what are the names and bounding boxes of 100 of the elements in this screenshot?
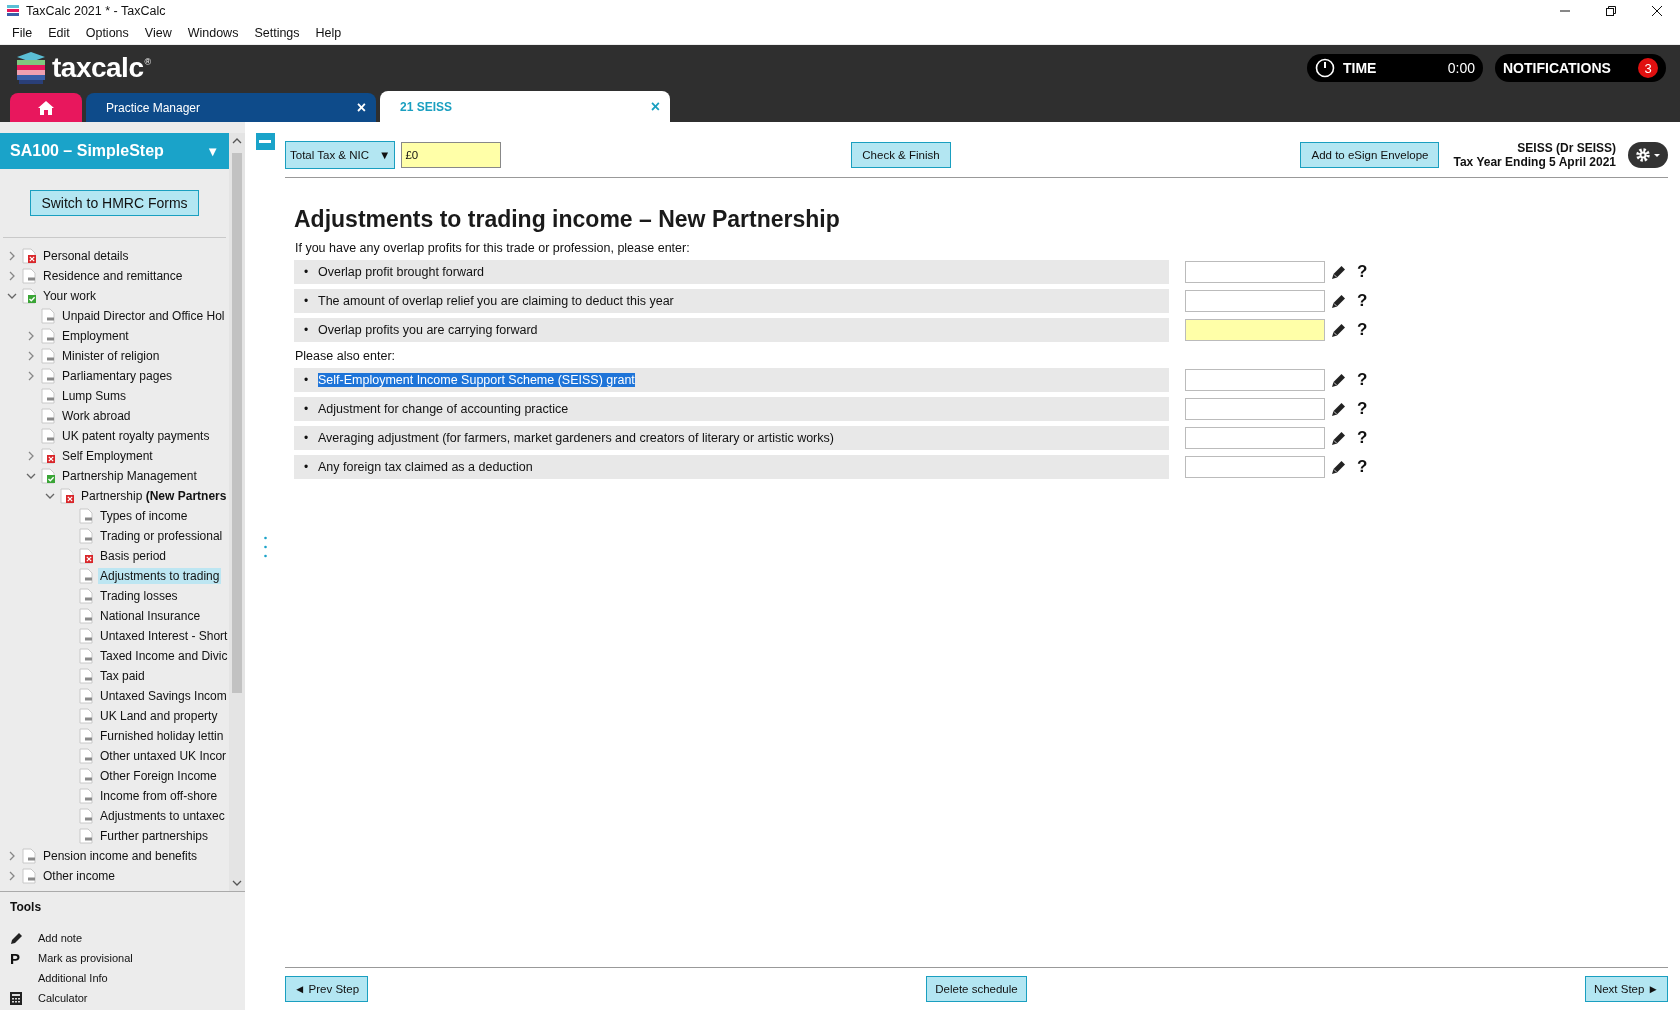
amount-field[interactable] [1185, 456, 1325, 478]
next-step-button[interactable]: Next Step ► [1584, 976, 1668, 1002]
switch-forms-button[interactable]: Switch to HMRC Forms [30, 190, 199, 216]
tree-item[interactable]: Partnership (New Partners [79, 488, 229, 504]
tree-item[interactable]: Tax paid [98, 668, 147, 684]
amount-field[interactable] [1185, 261, 1325, 283]
pencil-icon[interactable] [1331, 264, 1347, 280]
tree-item[interactable]: Your work [41, 288, 98, 304]
splitter-grip-icon[interactable] [263, 536, 267, 558]
pencil-icon[interactable] [1331, 293, 1347, 309]
tree-item[interactable]: Pension income and benefits [41, 848, 200, 864]
tree-item[interactable]: Minister of religion [60, 348, 162, 364]
field-label: • Overlap profit brought forward [294, 260, 1169, 284]
tree-item[interactable]: Basis period [98, 548, 169, 564]
page-icon [79, 788, 93, 804]
tree-item[interactable]: Taxed Income and Divic [98, 648, 229, 664]
amount-field[interactable] [1185, 319, 1325, 341]
check-finish-button[interactable]: Check & Finish [851, 142, 951, 168]
amount-field[interactable] [1185, 290, 1325, 312]
document-tab[interactable]: Practice Manager × [86, 93, 376, 122]
tree-item[interactable]: Untaxed Savings Incom [98, 688, 229, 704]
pencil-icon[interactable] [1331, 430, 1347, 446]
help-link[interactable]: ? [1357, 320, 1368, 340]
menu-item[interactable]: Edit [40, 26, 78, 40]
summary-dropdown[interactable]: Total Tax & NIC ▼ [285, 141, 396, 169]
tool-link[interactable]: Mark as provisional [38, 952, 133, 964]
tool-link[interactable]: Add note [38, 932, 83, 944]
tree-item[interactable]: Types of income [98, 508, 190, 524]
scroll-up-icon[interactable] [232, 136, 242, 146]
amount-field[interactable] [1185, 369, 1325, 391]
tree-item[interactable]: Furnished holiday lettin [98, 728, 226, 744]
tree-item[interactable]: UK patent royalty payments [60, 428, 212, 444]
close-tab-button[interactable]: × [356, 98, 366, 117]
tree-item[interactable]: Trading losses [98, 588, 180, 604]
collapse-button[interactable] [255, 133, 275, 150]
prev-step-button[interactable]: ◄ Prev Step [285, 976, 369, 1002]
help-link[interactable]: ? [1357, 262, 1368, 282]
tree-item[interactable]: Adjustments to trading [98, 568, 222, 584]
tick-page-icon [41, 468, 55, 484]
settings-button[interactable] [1628, 142, 1668, 168]
menu-item[interactable]: Options [77, 26, 137, 40]
tree-item[interactable]: Work abroad [60, 408, 133, 424]
error-page-icon [79, 548, 93, 564]
tree-item[interactable]: UK Land and property [98, 708, 220, 724]
help-link[interactable]: ? [1357, 291, 1368, 311]
amount-field[interactable] [1185, 398, 1325, 420]
page-icon [79, 828, 93, 844]
tool-link[interactable]: Additional Info [38, 972, 108, 984]
tree-item[interactable]: Unpaid Director and Office Hol [60, 308, 227, 324]
tree-item[interactable]: Income from off-shore [98, 788, 220, 804]
stacked-layers-logo-icon [16, 51, 46, 85]
menu-item[interactable]: Help [307, 26, 350, 40]
delete-schedule-button[interactable]: Delete schedule [926, 976, 1027, 1002]
pencil-icon[interactable] [1331, 322, 1347, 338]
tree-item[interactable]: Adjustments to untaxec [98, 808, 227, 824]
time-value: 0:00 [1447, 60, 1475, 76]
error-page-icon [22, 248, 36, 264]
page-icon [79, 748, 93, 764]
tree-item[interactable]: Parliamentary pages [60, 368, 175, 384]
esign-button[interactable]: Add to eSign Envelope [1300, 142, 1440, 168]
pencil-icon[interactable] [1331, 401, 1347, 417]
pencil-icon[interactable] [1331, 459, 1347, 475]
gear-icon [1634, 146, 1662, 164]
tree-item[interactable]: Other income [41, 868, 118, 884]
tree-item[interactable]: Self Employment [60, 448, 155, 464]
page-icon [41, 348, 55, 364]
page-icon [41, 388, 55, 404]
menu-item[interactable]: View [136, 26, 180, 40]
home-tab[interactable] [10, 93, 82, 122]
tree-item[interactable]: Other Foreign Income [98, 768, 219, 784]
menu-item[interactable]: Windows [179, 26, 247, 40]
field-label: • Averaging adjustment (for farmers, market gardeners and creators of literary or artistic works) [294, 426, 1169, 450]
help-link[interactable]: ? [1357, 457, 1368, 477]
scrollbar[interactable] [229, 133, 245, 891]
instruction-text: If you have any overlap profits for this trade or profession, please enter: [294, 240, 691, 257]
tree-item[interactable]: Residence and remittance [41, 268, 185, 284]
tree-item[interactable]: National Insurance [98, 608, 203, 624]
menu-item[interactable]: File [4, 26, 41, 40]
page-icon [79, 808, 93, 824]
time-tracker-button[interactable]: TIME 0:00 [1307, 54, 1483, 82]
tree-item[interactable]: Lump Sums [60, 388, 129, 404]
help-link[interactable]: ? [1357, 370, 1368, 390]
tree-item[interactable]: Personal details [41, 248, 131, 264]
page-icon [79, 668, 93, 684]
help-link[interactable]: ? [1357, 399, 1368, 419]
amount-field[interactable] [1185, 427, 1325, 449]
tree-item[interactable]: Further partnerships [98, 828, 211, 844]
pencil-icon[interactable] [1331, 372, 1347, 388]
tool-link[interactable]: Calculator [38, 992, 88, 1004]
scroll-down-icon[interactable] [232, 878, 242, 888]
help-link[interactable]: ? [1357, 428, 1368, 448]
notification-count-badge: 3 [1638, 58, 1658, 78]
menu-item[interactable]: Settings [246, 26, 308, 40]
page-icon [79, 588, 93, 604]
tree-item[interactable]: Employment [60, 328, 131, 344]
tree-item[interactable]: Untaxed Interest - Short [98, 628, 229, 644]
notifications-button[interactable]: NOTIFICATIONS 3 [1495, 54, 1666, 82]
tree-item[interactable]: Trading or professional [98, 528, 225, 544]
tree-item[interactable]: Other untaxed UK Incor [98, 748, 229, 764]
tree-item[interactable]: Partnership Management [60, 468, 199, 484]
